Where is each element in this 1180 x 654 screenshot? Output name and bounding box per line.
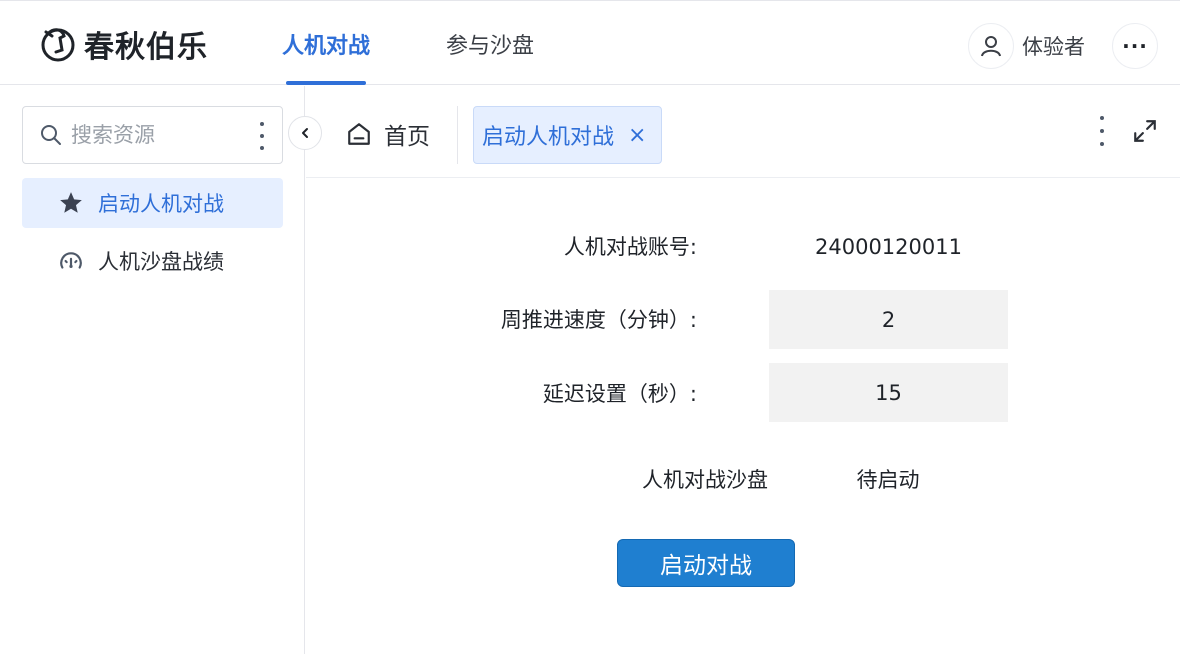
nav-tab-sandbox[interactable]: 参与沙盘 <box>446 31 534 85</box>
tab-home[interactable]: 首页 <box>346 114 430 154</box>
tab-home-label: 首页 <box>384 124 430 150</box>
speed-input[interactable] <box>769 290 1008 349</box>
delay-input[interactable] <box>769 363 1008 422</box>
tab-label: 启动人机对战 <box>482 125 615 150</box>
nav-tab-ai-battle[interactable]: 人机对战 <box>282 31 370 85</box>
start-battle-button[interactable]: 启动对战 <box>617 539 795 587</box>
top-header: 春秋伯乐 人机对战 参与沙盘 体验者 ··· <box>0 0 1180 85</box>
sidebar: 启动人机对战 人机沙盘战绩 <box>0 86 305 654</box>
logo-text: 春秋伯乐 <box>84 30 208 65</box>
user-menu[interactable]: 体验者 <box>968 23 1085 69</box>
sidebar-item-label: 启动人机对战 <box>98 192 224 216</box>
speed-label: 周推进速度（分钟）: <box>500 308 697 332</box>
sandbox-status-label: 人机对战沙盘 <box>642 468 768 492</box>
more-dots-icon: ··· <box>1122 34 1148 58</box>
account-value: 24000120011 <box>815 235 962 259</box>
nav-tab-label: 参与沙盘 <box>446 34 535 59</box>
page-tabs-bar: 首页 启动人机对战 × <box>306 86 1180 178</box>
tab-divider <box>457 106 458 164</box>
dashboard-icon <box>58 248 84 274</box>
star-icon <box>58 190 84 216</box>
search-icon <box>41 125 61 145</box>
account-label: 人机对战账号: <box>563 235 697 259</box>
search-box[interactable] <box>22 106 283 164</box>
sidebar-item-battle-record[interactable]: 人机沙盘战绩 <box>22 236 283 286</box>
user-icon <box>981 36 1001 57</box>
nav-active-indicator <box>286 81 367 85</box>
more-options-button[interactable]: ··· <box>1112 23 1158 69</box>
logo-horse-icon <box>41 28 75 62</box>
search-input[interactable] <box>71 123 241 147</box>
chevron-left-icon <box>302 128 308 138</box>
user-name: 体验者 <box>1022 35 1085 59</box>
status-badge: 待启动 <box>856 468 920 492</box>
home-icon <box>348 123 370 145</box>
collapse-sidebar-button[interactable] <box>288 116 322 150</box>
sidebar-item-start-battle[interactable]: 启动人机对战 <box>22 178 283 228</box>
search-options-icon[interactable] <box>256 122 268 150</box>
close-icon[interactable]: × <box>628 123 646 148</box>
tab-start-battle[interactable]: 启动人机对战 × <box>473 106 662 164</box>
tabs-options-icon[interactable] <box>1099 116 1105 146</box>
app-logo[interactable]: 春秋伯乐 <box>38 23 208 65</box>
sidebar-item-label: 人机沙盘战绩 <box>98 250 224 274</box>
avatar[interactable] <box>968 23 1014 69</box>
nav-tab-label: 人机对战 <box>282 34 371 59</box>
fullscreen-icon[interactable] <box>1132 118 1158 144</box>
delay-label: 延迟设置（秒）: <box>542 382 697 406</box>
